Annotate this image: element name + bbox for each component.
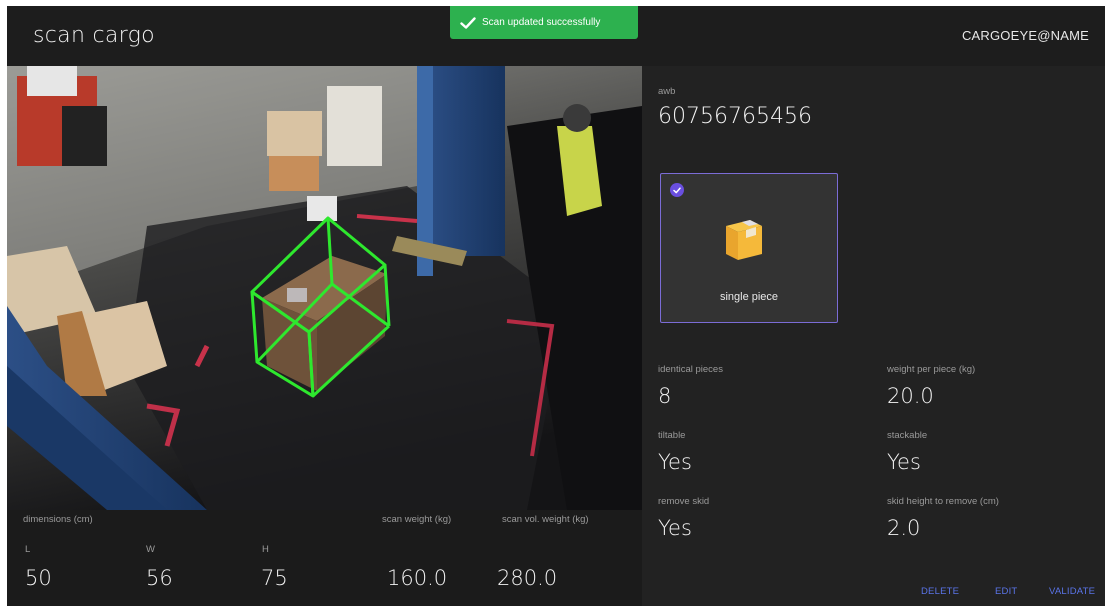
skid-height-value: 2.0 bbox=[887, 516, 921, 540]
scan-vol-weight-label: scan vol. weight (kg) bbox=[502, 514, 589, 525]
app-window: scan cargo CARGOEYE@NAME Scan updated su… bbox=[7, 6, 1105, 606]
width-value: 56 bbox=[146, 566, 173, 590]
height-label: H bbox=[262, 544, 269, 555]
user-account[interactable]: CARGOEYE@NAME bbox=[962, 28, 1089, 43]
scan-vol-weight-value: 280.0 bbox=[497, 566, 558, 590]
delete-button[interactable]: DELETE bbox=[921, 586, 959, 597]
box-icon bbox=[726, 220, 762, 260]
camera-feed bbox=[7, 66, 642, 510]
camera-image bbox=[7, 66, 642, 510]
stackable-value: Yes bbox=[887, 450, 921, 474]
scan-weight-value: 160.0 bbox=[387, 566, 448, 590]
toast-message: Scan updated successfully bbox=[482, 17, 601, 28]
scan-weight-label: scan weight (kg) bbox=[382, 514, 452, 525]
check-icon bbox=[460, 16, 476, 29]
length-label: L bbox=[25, 544, 31, 555]
piece-type-label: single piece bbox=[719, 291, 779, 303]
success-toast: Scan updated successfully bbox=[450, 6, 638, 39]
identical-pieces-value: 8 bbox=[658, 384, 672, 408]
page-title: scan cargo bbox=[33, 23, 155, 48]
validate-button[interactable]: VALIDATE bbox=[1049, 586, 1095, 597]
details-panel: awb 60756765456 single piece identical p… bbox=[642, 66, 1105, 606]
tiltable-value: Yes bbox=[658, 450, 692, 474]
piece-type-single[interactable]: single piece bbox=[660, 173, 838, 323]
remove-skid-label: remove skid bbox=[658, 496, 710, 507]
weight-per-piece-label: weight per piece (kg) bbox=[887, 364, 976, 375]
tiltable-label: tiltable bbox=[658, 430, 686, 441]
width-label: W bbox=[146, 544, 155, 555]
height-value: 75 bbox=[261, 566, 288, 590]
dimensions-label: dimensions (cm) bbox=[23, 514, 93, 525]
dimensions-bar: dimensions (cm) L W H 50 56 75 scan weig… bbox=[7, 510, 642, 606]
selected-check-icon bbox=[670, 183, 684, 197]
skid-height-label: skid height to remove (cm) bbox=[887, 496, 999, 507]
identical-pieces-label: identical pieces bbox=[658, 364, 723, 375]
awb-value: 60756765456 bbox=[658, 104, 812, 129]
weight-per-piece-value: 20.0 bbox=[887, 384, 934, 408]
length-value: 50 bbox=[25, 566, 52, 590]
remove-skid-value: Yes bbox=[658, 516, 692, 540]
stackable-label: stackable bbox=[887, 430, 928, 441]
awb-label: awb bbox=[658, 86, 676, 97]
edit-button[interactable]: EDIT bbox=[995, 586, 1017, 597]
